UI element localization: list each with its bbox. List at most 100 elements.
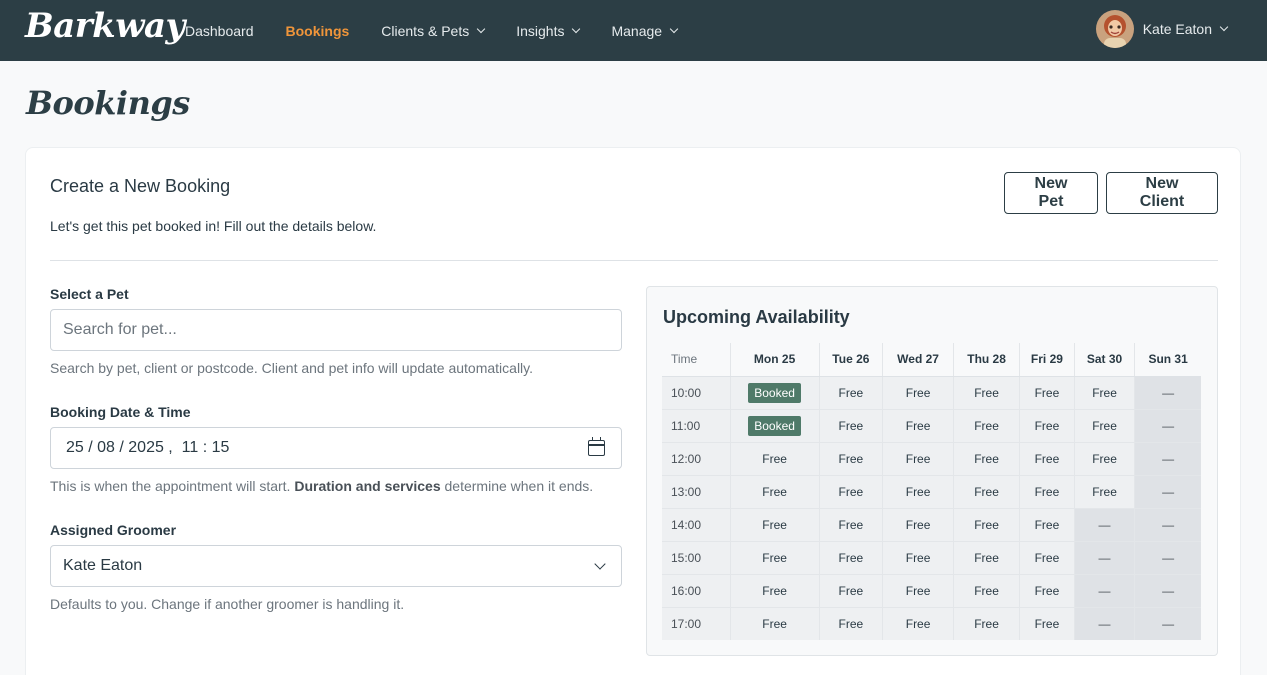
booked-badge: Booked bbox=[748, 415, 801, 436]
slot-cell-free[interactable]: Free bbox=[818, 573, 883, 607]
nav-dashboard-label: Dashboard bbox=[185, 22, 254, 39]
new-pet-button[interactable]: New Pet bbox=[1004, 172, 1098, 214]
slot-cell-unavailable: — bbox=[1134, 408, 1201, 442]
nav-insights-label: Insights bbox=[516, 22, 565, 39]
slot-cell-free[interactable]: Free bbox=[953, 408, 1020, 442]
groomer-select[interactable]: Kate Eaton bbox=[50, 545, 622, 587]
slot-cell-free[interactable]: Free bbox=[818, 507, 883, 541]
main-nav: Dashboard Bookings Clients & Pets Insigh… bbox=[185, 0, 709, 61]
slot-cell-free[interactable]: Free bbox=[1019, 573, 1075, 607]
slot-cell-free[interactable]: Free bbox=[729, 507, 820, 541]
user-menu[interactable]: Kate Eaton bbox=[1095, 10, 1229, 48]
slot-cell-free[interactable]: Free bbox=[1019, 540, 1075, 574]
slot-cell-free[interactable]: Free bbox=[729, 573, 820, 607]
calendar-icon[interactable] bbox=[588, 437, 605, 456]
slot-cell-free[interactable]: Free bbox=[818, 540, 883, 574]
nav-clients-pets[interactable]: Clients & Pets bbox=[381, 22, 486, 39]
pet-search-input[interactable]: Search for pet... bbox=[50, 309, 622, 351]
slot-cell-free[interactable]: Free bbox=[818, 606, 883, 640]
slot-cell-free[interactable]: Free bbox=[882, 606, 954, 640]
slot-cell-free[interactable]: Free bbox=[1019, 507, 1075, 541]
table-row: 15:00 Free Free Free Free Free — — bbox=[662, 540, 1201, 574]
slot-cell-free[interactable]: Free bbox=[1019, 408, 1075, 442]
table-row: 12:00 Free Free Free Free Free Free — bbox=[662, 441, 1201, 475]
slot-cell-free[interactable]: Free bbox=[729, 606, 820, 640]
user-name: Kate Eaton bbox=[1142, 21, 1212, 37]
slot-cell-free[interactable]: Free bbox=[818, 474, 883, 508]
day-header: Tue 26 bbox=[818, 343, 883, 377]
slot-cell-free[interactable]: Free bbox=[953, 507, 1020, 541]
availability-title: Upcoming Availability bbox=[663, 307, 850, 327]
slot-cell-free[interactable]: Free bbox=[1073, 375, 1135, 409]
slot-cell-unavailable: — bbox=[1073, 606, 1135, 640]
nav-bookings[interactable]: Bookings bbox=[286, 23, 350, 39]
slot-cell-free[interactable]: Free bbox=[1073, 408, 1135, 442]
datetime-help-text: This is when the appointment will start.… bbox=[50, 478, 593, 494]
slot-cell-free[interactable]: Free bbox=[1073, 474, 1135, 508]
table-row: 16:00 Free Free Free Free Free — — bbox=[662, 573, 1201, 607]
slot-cell-free[interactable]: Free bbox=[882, 474, 954, 508]
slot-cell-free[interactable]: Free bbox=[1073, 441, 1135, 475]
slot-cell-free[interactable]: Free bbox=[882, 573, 954, 607]
card-subtitle: Let's get this pet booked in! Fill out t… bbox=[50, 218, 377, 234]
slot-cell-unavailable: — bbox=[1073, 507, 1135, 541]
table-row: 14:00 Free Free Free Free Free — — bbox=[662, 507, 1201, 541]
time-cell: 14:00 bbox=[662, 507, 730, 541]
slot-cell-free[interactable]: Free bbox=[882, 375, 954, 409]
page-title: Bookings bbox=[26, 84, 190, 122]
datetime-help-pre: This is when the appointment will start. bbox=[50, 478, 295, 494]
slot-cell-free[interactable]: Free bbox=[882, 540, 954, 574]
slot-cell-free[interactable]: Free bbox=[729, 474, 820, 508]
day-header: Sun 31 bbox=[1134, 343, 1201, 377]
booked-badge: Booked bbox=[748, 382, 801, 403]
datetime-help-bold: Duration and services bbox=[294, 478, 441, 494]
slot-cell-free[interactable]: Free bbox=[1019, 441, 1075, 475]
groomer-help-text: Defaults to you. Change if another groom… bbox=[50, 596, 405, 612]
table-row: 17:00 Free Free Free Free Free — — bbox=[662, 606, 1201, 640]
time-cell: 16:00 bbox=[662, 573, 730, 607]
slot-cell-free[interactable]: Free bbox=[818, 408, 883, 442]
slot-cell-unavailable: — bbox=[1134, 474, 1201, 508]
slot-cell-free[interactable]: Free bbox=[729, 441, 820, 475]
chevron-down-icon bbox=[476, 24, 486, 33]
slot-cell-free[interactable]: Free bbox=[953, 573, 1020, 607]
divider bbox=[50, 260, 1218, 261]
day-header: Mon 25 bbox=[729, 343, 820, 377]
slot-cell-free[interactable]: Free bbox=[953, 474, 1020, 508]
slot-cell-free[interactable]: Free bbox=[1019, 606, 1075, 640]
chevron-down-icon bbox=[1219, 22, 1229, 32]
slot-cell-free[interactable]: Free bbox=[953, 375, 1020, 409]
day-header: Thu 28 bbox=[953, 343, 1020, 377]
pet-help-text: Search by pet, client or postcode. Clien… bbox=[50, 360, 534, 376]
slot-cell-unavailable: — bbox=[1134, 507, 1201, 541]
slot-cell-free[interactable]: Free bbox=[818, 375, 883, 409]
chevron-down-icon bbox=[572, 24, 581, 33]
nav-clients-pets-label: Clients & Pets bbox=[381, 22, 470, 39]
slot-cell-free[interactable]: Free bbox=[729, 540, 820, 574]
slot-cell-free[interactable]: Free bbox=[882, 441, 954, 475]
slot-cell-free[interactable]: Free bbox=[953, 606, 1020, 640]
availability-header-row: Time Mon 25 Tue 26 Wed 27 Thu 28 Fri 29 Sat 3… bbox=[662, 343, 1201, 377]
datetime-input[interactable]: 25 / 08 / 2025 , 11 : 15 bbox=[50, 427, 622, 469]
slot-cell-free[interactable]: Free bbox=[953, 540, 1020, 574]
slot-cell-free[interactable]: Free bbox=[882, 507, 954, 541]
new-client-button[interactable]: New Client bbox=[1106, 172, 1218, 214]
time-cell: 10:00 bbox=[662, 375, 730, 409]
slot-cell-booked: Booked bbox=[729, 408, 820, 442]
table-row: 13:00 Free Free Free Free Free Free — bbox=[662, 474, 1201, 508]
datetime-help-post: determine when it ends. bbox=[440, 478, 594, 494]
brand-logo[interactable]: Barkway bbox=[25, 6, 185, 46]
slot-cell-free[interactable]: Free bbox=[1019, 474, 1075, 508]
day-header: Sat 30 bbox=[1073, 343, 1135, 377]
chevron-down-icon bbox=[594, 558, 606, 570]
nav-insights[interactable]: Insights bbox=[516, 22, 581, 39]
slot-cell-unavailable: — bbox=[1073, 540, 1135, 574]
slot-cell-unavailable: — bbox=[1134, 540, 1201, 574]
slot-cell-free[interactable]: Free bbox=[882, 408, 954, 442]
pet-label: Select a Pet bbox=[50, 286, 129, 302]
slot-cell-free[interactable]: Free bbox=[818, 441, 883, 475]
slot-cell-free[interactable]: Free bbox=[953, 441, 1020, 475]
nav-dashboard[interactable]: Dashboard bbox=[185, 23, 254, 39]
slot-cell-free[interactable]: Free bbox=[1019, 375, 1075, 409]
nav-manage[interactable]: Manage bbox=[611, 23, 679, 39]
